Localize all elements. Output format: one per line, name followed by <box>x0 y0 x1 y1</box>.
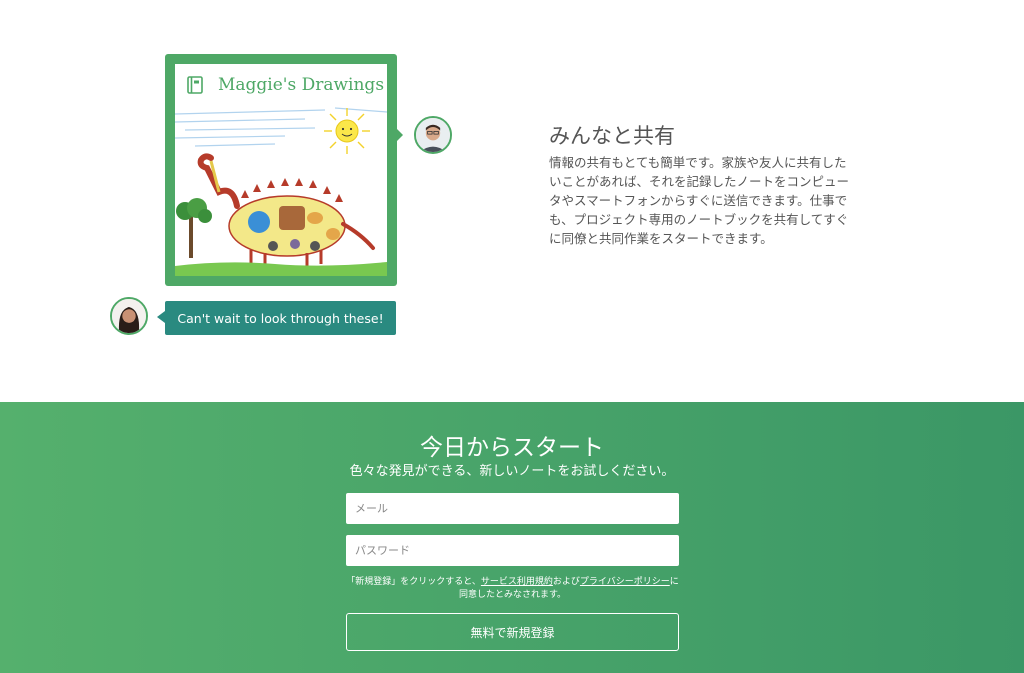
signup-subtitle: 色々な発見ができる、新しいノートをお試しください。 <box>349 464 675 479</box>
woman-avatar-icon <box>112 299 146 333</box>
notebook-icon <box>187 76 203 94</box>
terms-of-service-link[interactable]: サービス利用規約 <box>481 577 553 587</box>
comment-bubble: Can't wait to look through these! <box>165 301 396 335</box>
share-heading: みんなと共有 <box>549 124 675 148</box>
avatar <box>414 116 452 154</box>
avatar <box>110 297 148 335</box>
privacy-policy-link[interactable]: プライバシーポリシー <box>580 577 670 587</box>
notebook-title: Maggie's Drawings <box>218 75 385 95</box>
email-field[interactable] <box>346 493 679 524</box>
password-field[interactable] <box>346 535 679 566</box>
card-pointer <box>395 127 403 143</box>
terms-mid: および <box>552 577 580 587</box>
child-dinosaur-drawing <box>175 107 387 276</box>
notebook-preview: Maggie's Drawings <box>175 64 387 276</box>
comment-pointer <box>157 311 165 323</box>
signup-title: 今日からスタート <box>420 435 604 461</box>
man-avatar-icon <box>416 118 450 152</box>
share-description: 情報の共有もとても簡単です。家族や友人に共有したいことがあれば、それを記録したノ… <box>549 155 850 246</box>
notebook-header: Maggie's Drawings <box>175 64 387 106</box>
sun-doodle <box>324 108 370 154</box>
signup-section: 今日からスタート 色々な発見ができる、新しいノートをお試しください。 「新規登録… <box>0 402 1024 673</box>
share-feature-section: Maggie's Drawings Can't wait to look thr… <box>0 0 1024 402</box>
dinosaur-doodle <box>197 153 375 266</box>
terms-prefix: 「新規登録」をクリックすると、 <box>346 577 481 587</box>
free-signup-button[interactable]: 無料で新規登録 <box>346 613 679 651</box>
shared-notebook-card: Maggie's Drawings <box>165 54 397 286</box>
tree-doodle <box>176 198 212 258</box>
terms-notice: 「新規登録」をクリックすると、サービス利用規約およびプライバシーポリシーに同意し… <box>346 576 679 602</box>
